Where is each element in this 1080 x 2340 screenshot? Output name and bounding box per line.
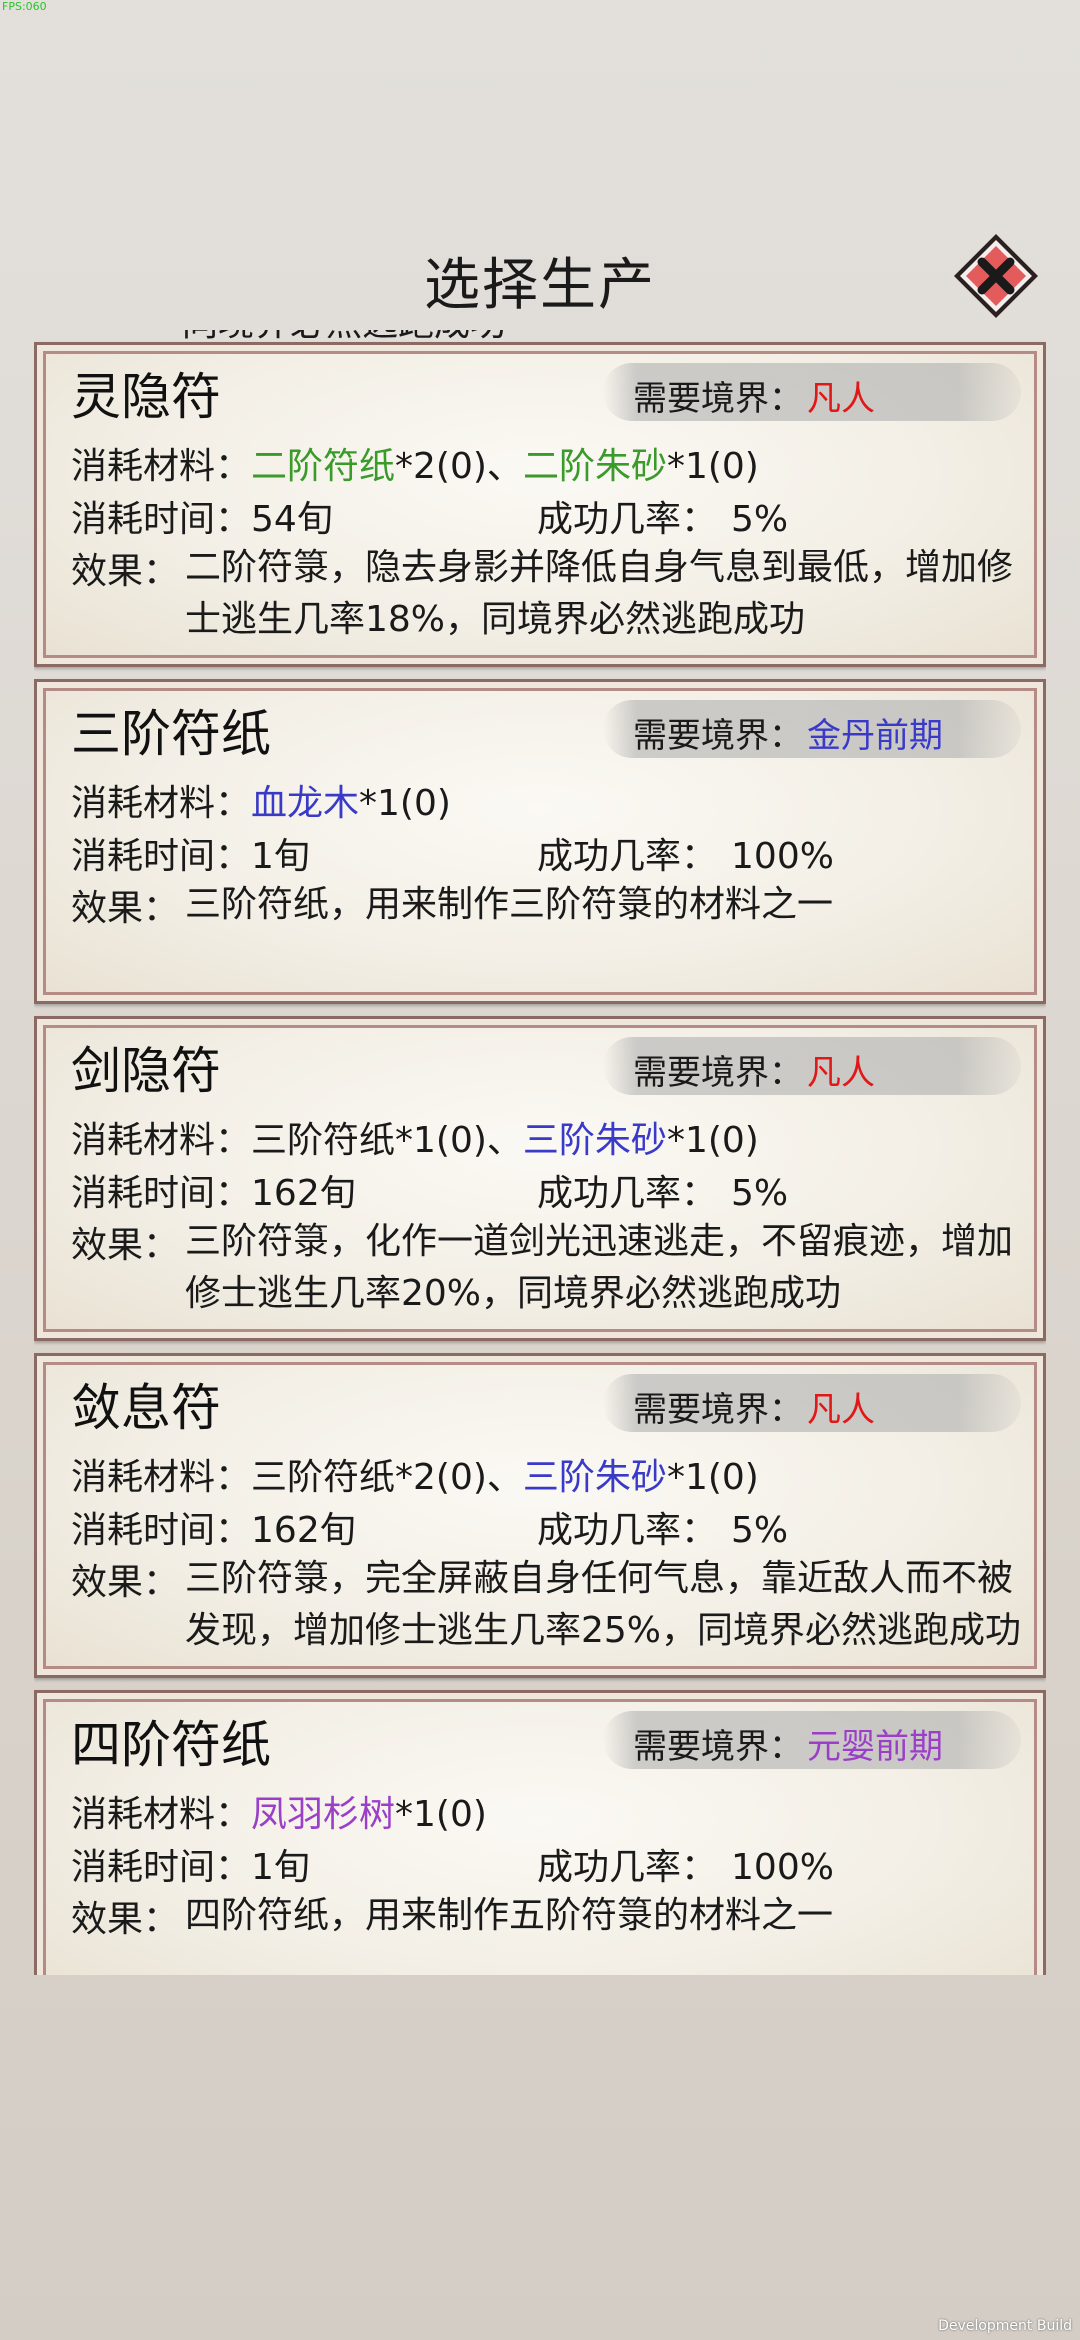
rate-label: 成功几率： [537, 1510, 718, 1551]
recipe-name: 三阶符纸 [71, 705, 271, 763]
recipe-name: 灵隐符 [71, 368, 221, 426]
rate-value: 5% [731, 1510, 789, 1551]
material-quantity: *1(0) [666, 446, 759, 487]
realm-label: 需要境界： [633, 1390, 803, 1430]
realm-label: 需要境界： [633, 716, 803, 756]
material-quantity: *1(0) [359, 783, 451, 824]
time-value: 162旬 [251, 1510, 356, 1551]
realm-value: 凡人 [807, 1053, 875, 1093]
time-line: 消耗时间：162旬 [71, 1501, 356, 1553]
material-quantity: 三阶符纸*1(0)、 [251, 1120, 523, 1161]
page-title: 选择生产 [424, 253, 656, 318]
recipe-card[interactable]: 四阶符纸 需要境界： 元婴前期 消耗材料：凤羽杉树*1(0) 消耗时间：1旬 成功几率： 1… [34, 1690, 1046, 1975]
material-name: 三阶朱砂 [522, 1457, 667, 1498]
realm-label: 需要境界： [633, 379, 803, 419]
material-name: 二阶符纸 [251, 446, 396, 487]
realm-label: 需要境界： [633, 1727, 803, 1767]
material-name: 凤羽杉树 [251, 1794, 396, 1835]
effect-text: 三阶符箓，完全屏蔽自身任何气息，靠近敌人而不被发现，增加修士逃生几率25%，同境… [185, 1558, 1022, 1651]
time-line: 消耗时间：1旬 [71, 827, 310, 879]
materials-line: 消耗材料：三阶符纸*2(0)、三阶朱砂*1(0) [71, 1448, 759, 1500]
effect-label: 效果： [71, 1562, 180, 1603]
time-value: 1旬 [251, 836, 310, 877]
realm-label: 需要境界： [633, 1053, 803, 1093]
materials-line: 消耗材料：凤羽杉树*1(0) [71, 1785, 487, 1837]
time-label: 消耗时间： [71, 836, 252, 877]
time-line: 消耗时间：1旬 [71, 1838, 310, 1890]
materials-label: 消耗材料： [71, 446, 252, 487]
time-label: 消耗时间： [71, 499, 252, 540]
time-label: 消耗时间： [71, 1173, 252, 1214]
rate-value: 5% [731, 499, 789, 540]
material-quantity: *2(0)、 [395, 446, 523, 487]
close-button[interactable] [952, 232, 1040, 320]
time-label: 消耗时间： [71, 1510, 252, 1551]
materials-label: 消耗材料： [71, 783, 252, 824]
realm-value: 金丹前期 [807, 716, 943, 756]
effect-label: 效果： [71, 888, 180, 929]
recipe-card[interactable]: 剑隐符 需要境界： 凡人 消耗材料：三阶符纸*1(0)、三阶朱砂*1(0) 消耗时间：1… [34, 1016, 1046, 1341]
realm-requirement: 需要境界： 元婴前期 [603, 1711, 1021, 1769]
recipe-name: 四阶符纸 [71, 1716, 271, 1774]
realm-value: 凡人 [807, 379, 875, 419]
close-icon [954, 234, 1038, 318]
rate-value: 5% [731, 1173, 789, 1214]
materials-line: 消耗材料：血龙木*1(0) [71, 774, 451, 826]
effect-text: 四阶符纸，用来制作五阶符箓的材料之一 [185, 1895, 834, 1936]
material-name: 二阶朱砂 [522, 446, 667, 487]
realm-requirement: 需要境界： 凡人 [603, 1374, 1021, 1432]
recipe-card[interactable]: 三阶符纸 需要境界： 金丹前期 消耗材料：血龙木*1(0) 消耗时间：1旬 成功几率： 10… [34, 679, 1046, 1004]
recipe-card[interactable]: 灵隐符 需要境界： 凡人 消耗材料：二阶符纸*2(0)、二阶朱砂*1(0) 消耗时间：5… [34, 342, 1046, 667]
time-label: 消耗时间： [71, 1847, 252, 1888]
success-rate: 成功几率： 5% [537, 490, 788, 542]
effect-label: 效果： [71, 551, 180, 592]
development-build-label: Development Build [938, 2318, 1072, 2334]
time-value: 162旬 [251, 1173, 356, 1214]
rate-value: 100% [731, 1847, 834, 1888]
realm-requirement: 需要境界： 凡人 [603, 363, 1021, 421]
recipe-list[interactable]: 同境界必然逃跑成功 灵隐符需要境界：凡人消耗材料：二阶符纸*2(0)、二阶朱砂*… [34, 330, 1046, 1975]
materials-line: 消耗材料：三阶符纸*1(0)、三阶朱砂*1(0) [71, 1111, 759, 1163]
time-line: 消耗时间：54旬 [71, 490, 333, 542]
success-rate: 成功几率： 5% [537, 1164, 788, 1216]
materials-line: 消耗材料：二阶符纸*2(0)、二阶朱砂*1(0) [71, 437, 759, 489]
materials-label: 消耗材料： [71, 1120, 252, 1161]
rate-label: 成功几率： [537, 1173, 718, 1214]
realm-requirement: 需要境界： 凡人 [603, 1037, 1021, 1095]
realm-value: 元婴前期 [807, 1727, 943, 1767]
realm-requirement: 需要境界： 金丹前期 [603, 700, 1021, 758]
recipe-name: 敛息符 [71, 1379, 221, 1437]
time-line: 消耗时间：162旬 [71, 1164, 356, 1216]
effect-text: 三阶符箓，化作一道剑光迅速逃走，不留痕迹，增加修士逃生几率20%，同境界必然逃跑… [185, 1221, 1014, 1314]
material-name: 三阶朱砂 [522, 1120, 667, 1161]
rate-value: 100% [731, 836, 834, 877]
material-quantity: *1(0) [666, 1457, 759, 1498]
fps-counter: FPS:060 [2, 0, 47, 13]
recipe-name: 剑隐符 [71, 1042, 221, 1100]
effect-text: 二阶符箓，隐去身影并降低自身气息到最低，增加修士逃生几率18%，同境界必然逃跑成… [185, 547, 1014, 640]
effect-label: 效果： [71, 1225, 180, 1266]
rate-label: 成功几率： [537, 836, 718, 877]
rate-label: 成功几率： [537, 1847, 718, 1888]
rate-label: 成功几率： [537, 499, 718, 540]
recipe-card[interactable]: 敛息符 需要境界： 凡人 消耗材料：三阶符纸*2(0)、三阶朱砂*1(0) 消耗时间：1… [34, 1353, 1046, 1678]
time-value: 1旬 [251, 1847, 310, 1888]
success-rate: 成功几率： 100% [537, 1838, 834, 1890]
material-quantity: *1(0) [395, 1794, 487, 1835]
material-name: 血龙木 [251, 783, 360, 824]
success-rate: 成功几率： 5% [537, 1501, 788, 1553]
success-rate: 成功几率： 100% [537, 827, 834, 879]
effect-label: 效果： [71, 1899, 180, 1940]
realm-value: 凡人 [807, 1390, 875, 1430]
materials-label: 消耗材料： [71, 1794, 252, 1835]
material-quantity: 三阶符纸*2(0)、 [251, 1457, 523, 1498]
materials-label: 消耗材料： [71, 1457, 252, 1498]
effect-text: 三阶符纸，用来制作三阶符箓的材料之一 [185, 884, 834, 925]
time-value: 54旬 [251, 499, 333, 540]
material-quantity: *1(0) [666, 1120, 759, 1161]
